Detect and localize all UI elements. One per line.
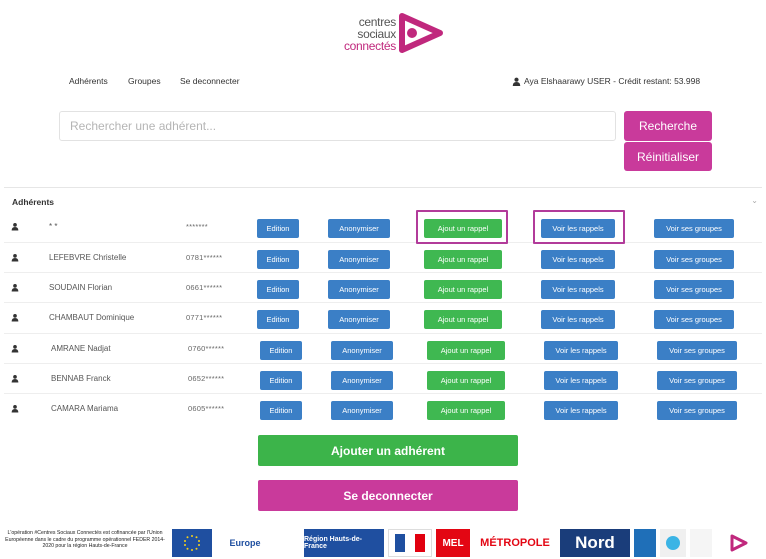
partner-logo-1	[634, 529, 656, 557]
edit-button[interactable]: Edition	[260, 341, 302, 360]
edit-button[interactable]: Edition	[260, 401, 302, 420]
top-nav: Adhérents Groupes Se deconnecter Aya Els…	[0, 76, 766, 90]
footer-play-icon	[730, 534, 748, 552]
user-icon	[11, 254, 19, 262]
member-name: * *	[49, 222, 58, 231]
edit-button[interactable]: Edition	[257, 310, 299, 329]
edit-button[interactable]: Edition	[257, 219, 299, 238]
user-icon	[11, 284, 19, 292]
view-groups-button[interactable]: Voir ses groupes	[657, 341, 737, 360]
table-row: LEFEBVRE Christelle 0781****** Edition Anon…	[4, 242, 762, 272]
member-name: SOUDAIN Florian	[49, 283, 113, 292]
add-reminder-button[interactable]: Ajout un rappel	[427, 341, 505, 360]
nord-logo: Nord	[560, 529, 630, 557]
anonymize-button[interactable]: Anonymiser	[328, 250, 390, 269]
metropole-logo: MÉTROPOLE	[474, 529, 556, 557]
add-reminder-button[interactable]: Ajout un rappel	[424, 280, 502, 299]
brand-logo-text: centres sociaux connectés	[326, 16, 396, 52]
partner-logo-2	[660, 529, 686, 557]
add-reminder-button[interactable]: Ajout un rappel	[427, 371, 505, 390]
user-icon	[11, 223, 19, 231]
table-row: BENNAB Franck 0652****** Edition Anonymiser…	[4, 363, 762, 393]
eu-stars-icon	[184, 535, 200, 551]
anonymize-button[interactable]: Anonymiser	[331, 341, 393, 360]
chevron-down-icon[interactable]: ⌄	[751, 196, 758, 205]
region-logo: Région Hauts-de-France	[304, 529, 384, 557]
member-phone: 0771******	[186, 313, 223, 322]
user-icon	[11, 314, 19, 322]
footer-brand-logo	[716, 529, 762, 557]
member-phone: 0760******	[188, 344, 225, 353]
member-name: LEFEBVRE Christelle	[49, 253, 127, 262]
member-phone: *******	[186, 222, 208, 231]
view-groups-button[interactable]: Voir ses groupes	[654, 250, 734, 269]
nav-adherents-link[interactable]: Adhérents	[69, 76, 108, 86]
edit-button[interactable]: Edition	[257, 250, 299, 269]
view-groups-button[interactable]: Voir ses groupes	[657, 371, 737, 390]
nav-logout-link[interactable]: Se deconnecter	[180, 76, 240, 86]
brand-logo: centres sociaux connectés	[326, 8, 446, 58]
europe-logo: Europe	[216, 529, 274, 557]
member-phone: 0652******	[188, 374, 225, 383]
nav-groupes-link[interactable]: Groupes	[128, 76, 161, 86]
view-reminders-button[interactable]: Voir les rappels	[544, 341, 618, 360]
anonymize-button[interactable]: Anonymiser	[328, 310, 390, 329]
user-info-text: Aya Elshaarawy USER - Crédit restant: 53…	[524, 76, 701, 86]
view-reminders-button[interactable]: Voir les rappels	[544, 401, 618, 420]
reset-button[interactable]: Réinitialiser	[624, 142, 712, 171]
brand-line-3: connectés	[343, 39, 396, 53]
table-row: CAMARA Mariama 0605****** Edition Anonymise…	[4, 393, 762, 423]
anonymize-button[interactable]: Anonymiser	[331, 371, 393, 390]
edit-button[interactable]: Edition	[260, 371, 302, 390]
view-reminders-button[interactable]: Voir les rappels	[541, 250, 615, 269]
footer: L'opération #Centres Sociaux Connectés e…	[0, 527, 766, 559]
member-name: CAMARA Mariama	[51, 404, 119, 413]
user-icon	[11, 345, 19, 353]
add-reminder-button[interactable]: Ajout un rappel	[427, 401, 505, 420]
add-reminder-button[interactable]: Ajout un rappel	[424, 250, 502, 269]
add-reminder-button[interactable]: Ajout un rappel	[424, 310, 502, 329]
highlight-add-reminder	[416, 210, 508, 244]
footer-text: L'opération #Centres Sociaux Connectés e…	[5, 530, 165, 549]
view-groups-button[interactable]: Voir ses groupes	[657, 401, 737, 420]
table-row: CHAMBAUT Dominique 0771****** Edition Anony…	[4, 302, 762, 332]
view-groups-button[interactable]: Voir ses groupes	[654, 219, 734, 238]
eu-flag-logo	[172, 529, 212, 557]
user-icon	[512, 77, 521, 86]
user-icon	[11, 375, 19, 383]
partner-logo-3	[690, 529, 712, 557]
user-icon	[11, 405, 19, 413]
mel-logo: MEL	[436, 529, 470, 557]
member-name: BENNAB Franck	[51, 374, 111, 383]
add-member-button[interactable]: Ajouter un adhérent	[258, 435, 518, 466]
search-button[interactable]: Recherche	[624, 111, 712, 141]
user-info: Aya Elshaarawy USER - Crédit restant: 53…	[512, 76, 700, 86]
view-groups-button[interactable]: Voir ses groupes	[654, 280, 734, 299]
anonymize-button[interactable]: Anonymiser	[328, 219, 390, 238]
play-triangle-icon	[399, 13, 443, 53]
member-phone: 0661******	[186, 283, 223, 292]
table-row: AMRANE Nadjat 0760****** Edition Anonymiser…	[4, 333, 762, 363]
panel-title: Adhérents	[12, 197, 55, 207]
view-reminders-button[interactable]: Voir les rappels	[541, 310, 615, 329]
member-phone: 0781******	[186, 253, 223, 262]
anonymize-button[interactable]: Anonymiser	[331, 401, 393, 420]
view-reminders-button[interactable]: Voir les rappels	[541, 280, 615, 299]
member-phone: 0605******	[188, 404, 225, 413]
view-reminders-button[interactable]: Voir les rappels	[544, 371, 618, 390]
anonymize-button[interactable]: Anonymiser	[328, 280, 390, 299]
table-row: * * ******* Edition Anonymiser Ajout un rapp…	[4, 212, 762, 242]
table-row: SOUDAIN Florian 0661****** Edition Anonymis…	[4, 272, 762, 302]
prefet-logo	[388, 529, 432, 557]
member-name: CHAMBAUT Dominique	[49, 313, 135, 322]
member-name: AMRANE Nadjat	[51, 344, 111, 353]
view-groups-button[interactable]: Voir ses groupes	[654, 310, 734, 329]
highlight-view-reminders	[533, 210, 625, 244]
logout-button[interactable]: Se deconnecter	[258, 480, 518, 511]
edit-button[interactable]: Edition	[257, 280, 299, 299]
search-input[interactable]	[59, 111, 616, 141]
